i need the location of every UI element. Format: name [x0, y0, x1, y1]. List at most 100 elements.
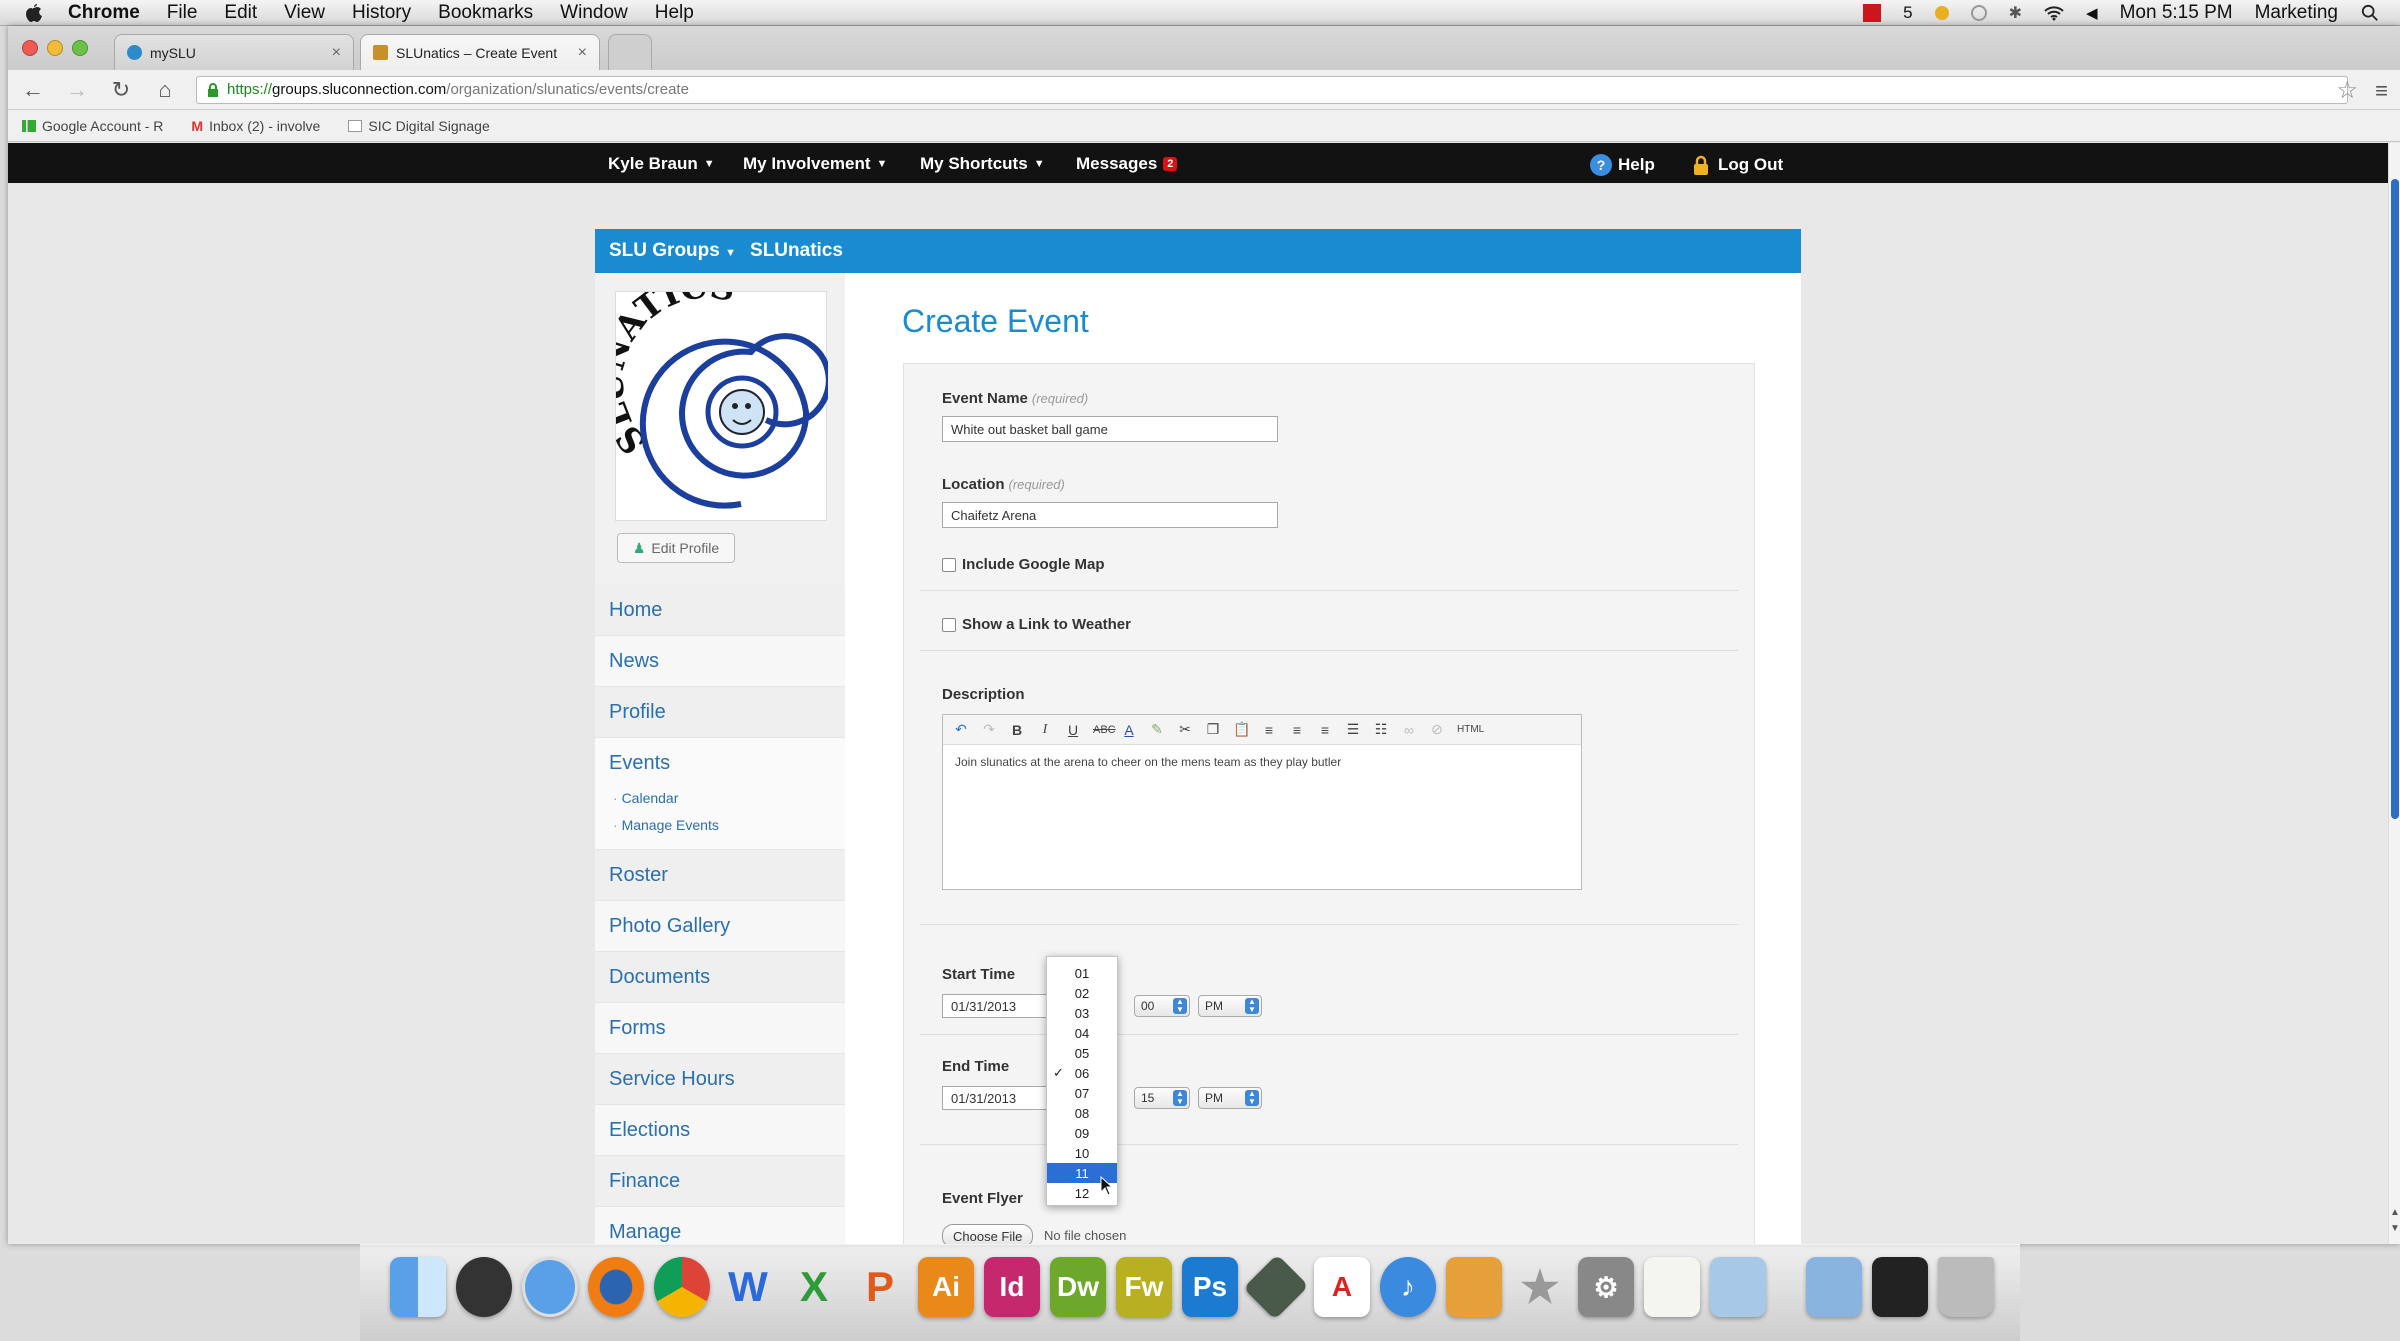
hour-option[interactable]: 08	[1047, 1103, 1117, 1123]
sidebar-item-service-hours[interactable]: Service Hours	[595, 1054, 845, 1105]
choose-file-button[interactable]: Choose File	[942, 1224, 1034, 1244]
tab-myslu[interactable]: mySLU ×	[114, 34, 354, 70]
highlight-color-icon[interactable]: ✎	[1149, 721, 1165, 738]
sidebar-item-manage[interactable]: Manage	[595, 1207, 845, 1244]
help-link[interactable]: ? Help	[1590, 154, 1655, 176]
wifi-icon[interactable]	[2044, 4, 2064, 22]
my-involvement-menu[interactable]: My Involvement ▼	[743, 154, 887, 174]
unlink-icon[interactable]: ⊘	[1429, 721, 1445, 738]
sidebar-item-events[interactable]: Events Calendar Manage Events	[595, 738, 845, 850]
word-icon[interactable]: W	[720, 1257, 776, 1317]
time-machine-icon[interactable]	[1970, 5, 1987, 21]
hour-option[interactable]: 07	[1047, 1083, 1117, 1103]
edit-profile-button[interactable]: ♟ Edit Profile	[617, 533, 735, 563]
iphoto-icon[interactable]	[1446, 1257, 1502, 1317]
firefox-icon[interactable]	[588, 1257, 644, 1317]
copy-icon[interactable]: ❐	[1205, 721, 1221, 738]
cut-icon[interactable]: ✂	[1177, 721, 1193, 738]
undo-icon[interactable]: ↶	[953, 721, 969, 738]
sidebar-item-roster[interactable]: Roster	[595, 850, 845, 901]
html-source-icon[interactable]: HTML	[1457, 724, 1484, 735]
hour-option[interactable]: 09	[1047, 1123, 1117, 1143]
tab-create-event[interactable]: SLUnatics – Create Event ×	[360, 34, 600, 70]
underline-icon[interactable]: U	[1065, 722, 1081, 738]
clock[interactable]: Mon 5:15 PM	[2120, 2, 2233, 24]
home-icon[interactable]: ⌂	[152, 77, 178, 103]
forward-arrow-icon[interactable]: →	[64, 77, 90, 103]
hour-option-checked[interactable]: 06	[1047, 1063, 1117, 1083]
bookmark-star-icon[interactable]: ☆	[2336, 76, 2358, 105]
google-map-checkbox[interactable]	[942, 557, 956, 572]
italic-icon[interactable]: I	[1037, 722, 1053, 738]
align-left-icon[interactable]: ≡	[1261, 722, 1277, 738]
menu-history[interactable]: History	[352, 2, 411, 24]
folder-icon[interactable]	[1806, 1257, 1862, 1317]
notes-icon[interactable]	[1644, 1257, 1700, 1317]
hour-option[interactable]: 02	[1047, 983, 1117, 1003]
finder-icon[interactable]	[390, 1257, 446, 1317]
menu-app-chrome[interactable]: Chrome	[68, 2, 140, 24]
minimize-window-button[interactable]	[47, 40, 63, 56]
sidebar-item-news[interactable]: News	[595, 636, 845, 687]
hour-option[interactable]: 10	[1047, 1143, 1117, 1163]
sidebar-item-profile[interactable]: Profile	[595, 687, 845, 738]
user-name[interactable]: Marketing	[2255, 2, 2338, 24]
back-arrow-icon[interactable]: ←	[20, 77, 46, 103]
chrome-icon[interactable]	[654, 1257, 710, 1317]
vertical-scrollbar[interactable]: ▲ ▼	[2388, 143, 2400, 1244]
imovie-star-icon[interactable]: ★	[1512, 1257, 1568, 1317]
indesign-icon[interactable]: Id	[984, 1257, 1040, 1317]
end-date-input[interactable]: 01/31/2013	[942, 1086, 1056, 1110]
paste-icon[interactable]: 📋	[1233, 721, 1250, 738]
link-icon[interactable]: ∞	[1401, 722, 1417, 738]
start-minute-select[interactable]: 00 ▲ ▼	[1134, 995, 1190, 1017]
volume-icon[interactable]: ◀	[2086, 4, 2098, 22]
bookmark-google-account[interactable]: Google Account - R	[22, 118, 163, 134]
acrobat-icon[interactable]: A	[1314, 1257, 1370, 1317]
start-date-input[interactable]: 01/31/2013	[942, 994, 1056, 1018]
hour-option[interactable]: 01	[1047, 963, 1117, 983]
sidebar-item-elections[interactable]: Elections	[595, 1105, 845, 1156]
align-center-icon[interactable]: ≡	[1289, 722, 1305, 738]
scroll-up-arrow-icon[interactable]: ▲	[2390, 1207, 2400, 1218]
font-color-icon[interactable]: A	[1121, 722, 1137, 738]
group-name-link[interactable]: SLUnatics	[750, 240, 843, 262]
sidebar-item-home[interactable]: Home	[595, 585, 845, 636]
close-window-button[interactable]	[22, 40, 38, 56]
sidebar-item-label[interactable]: Events	[609, 752, 670, 775]
event-name-input[interactable]: White out basket ball game	[942, 416, 1278, 442]
preview-icon[interactable]	[1710, 1257, 1766, 1317]
powerpoint-icon[interactable]: P	[852, 1257, 908, 1317]
subnav-manage-events[interactable]: Manage Events	[613, 812, 719, 839]
bookmark-inbox[interactable]: M Inbox (2) - involve	[191, 118, 320, 134]
user-menu[interactable]: Kyle Braun ▼	[608, 154, 715, 174]
hour-option[interactable]: 03	[1047, 1003, 1117, 1023]
photoshop-icon[interactable]: Ps	[1182, 1257, 1238, 1317]
apple-icon[interactable]	[22, 2, 44, 24]
weather-link-option[interactable]: Show a Link to Weather	[942, 616, 1131, 633]
logout-link[interactable]: Log Out	[1690, 154, 1783, 176]
bullet-list-icon[interactable]: ☰	[1345, 721, 1361, 738]
weather-checkbox[interactable]	[942, 617, 956, 632]
safari-icon[interactable]	[522, 1257, 578, 1317]
menu-bookmarks[interactable]: Bookmarks	[438, 2, 533, 24]
excel-icon[interactable]: X	[786, 1257, 842, 1317]
end-minute-select[interactable]: 15 ▲ ▼	[1134, 1087, 1190, 1109]
subnav-calendar[interactable]: Calendar	[613, 785, 719, 812]
location-input[interactable]: Chaifetz Arena	[942, 502, 1278, 528]
spotlight-search-icon[interactable]	[2360, 4, 2380, 22]
messages-link[interactable]: Messages 2	[1076, 154, 1178, 174]
new-tab-button[interactable]	[608, 34, 652, 70]
red-status-icon[interactable]	[1863, 4, 1882, 22]
bold-icon[interactable]: B	[1009, 722, 1025, 738]
dreamweaver-icon[interactable]: Dw	[1050, 1257, 1106, 1317]
description-text[interactable]: Join slunatics at the arena to cheer on …	[943, 745, 1581, 779]
start-ampm-select[interactable]: PM ▲ ▼	[1198, 995, 1262, 1017]
sidebar-item-finance[interactable]: Finance	[595, 1156, 845, 1207]
my-shortcuts-menu[interactable]: My Shortcuts ▼	[920, 154, 1045, 174]
menu-help[interactable]: Help	[655, 2, 694, 24]
system-preferences-icon[interactable]: ⚙	[1578, 1257, 1634, 1317]
redo-icon[interactable]: ↷	[981, 721, 997, 738]
scrollbar-thumb[interactable]	[2391, 179, 2399, 819]
activity-monitor-icon[interactable]	[1243, 1254, 1309, 1320]
